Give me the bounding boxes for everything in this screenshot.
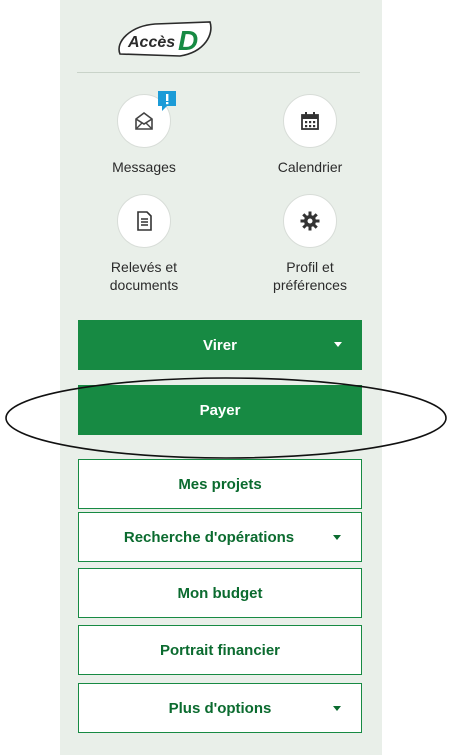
portrait-financier-label: Portrait financier — [159, 641, 281, 659]
shortcut-messages[interactable]: Messages — [69, 91, 219, 176]
document-icon — [137, 211, 152, 231]
shortcut-label-line1: Profil et — [286, 259, 334, 275]
shortcut-calendrier[interactable]: Calendrier — [235, 94, 385, 176]
shortcut-label-line1: Relevés et — [110, 259, 178, 275]
calendar-icon-circle — [283, 94, 337, 148]
mon-budget-button[interactable]: Mon budget — [78, 568, 362, 618]
plus-options-button[interactable]: Plus d'options — [78, 683, 362, 733]
shortcut-label-line2: documents — [109, 277, 179, 293]
gear-icon-circle — [283, 194, 337, 248]
shortcut-label: Profil et préférences — [235, 258, 385, 294]
virer-button[interactable]: Virer — [78, 320, 362, 370]
mes-projets-label: Mes projets — [178, 475, 262, 493]
logo-divider — [77, 72, 360, 73]
notification-badge-icon — [158, 91, 176, 111]
virer-label: Virer — [203, 336, 237, 354]
chevron-down-icon — [334, 342, 342, 347]
recherche-operations-button[interactable]: Recherche d'opérations — [78, 512, 362, 562]
shortcut-label: Messages — [112, 159, 176, 175]
mon-budget-label: Mon budget — [177, 584, 263, 602]
envelope-icon — [135, 112, 153, 130]
shortcut-label: Calendrier — [277, 159, 343, 175]
shortcut-releves-documents[interactable]: Relevés et documents — [69, 194, 219, 294]
gear-icon — [300, 211, 320, 231]
chevron-down-icon — [333, 706, 341, 711]
logo-text-acces: Accès — [127, 34, 175, 51]
shortcut-label-line2: préférences — [273, 277, 347, 293]
logo-text-d: D — [178, 25, 198, 56]
payer-button[interactable]: Payer — [78, 385, 362, 435]
mes-projets-button[interactable]: Mes projets — [78, 459, 362, 509]
shortcut-profil-preferences[interactable]: Profil et préférences — [235, 194, 385, 294]
payer-label: Payer — [199, 401, 241, 419]
plus-options-label: Plus d'options — [168, 699, 272, 717]
portrait-financier-button[interactable]: Portrait financier — [78, 625, 362, 675]
chevron-down-icon — [333, 535, 341, 540]
recherche-operations-label: Recherche d'opérations — [123, 528, 295, 546]
acces-d-logo[interactable]: Accès D — [110, 14, 220, 64]
document-icon-circle — [117, 194, 171, 248]
calendar-icon — [301, 112, 319, 130]
shortcut-label: Relevés et documents — [69, 258, 219, 294]
